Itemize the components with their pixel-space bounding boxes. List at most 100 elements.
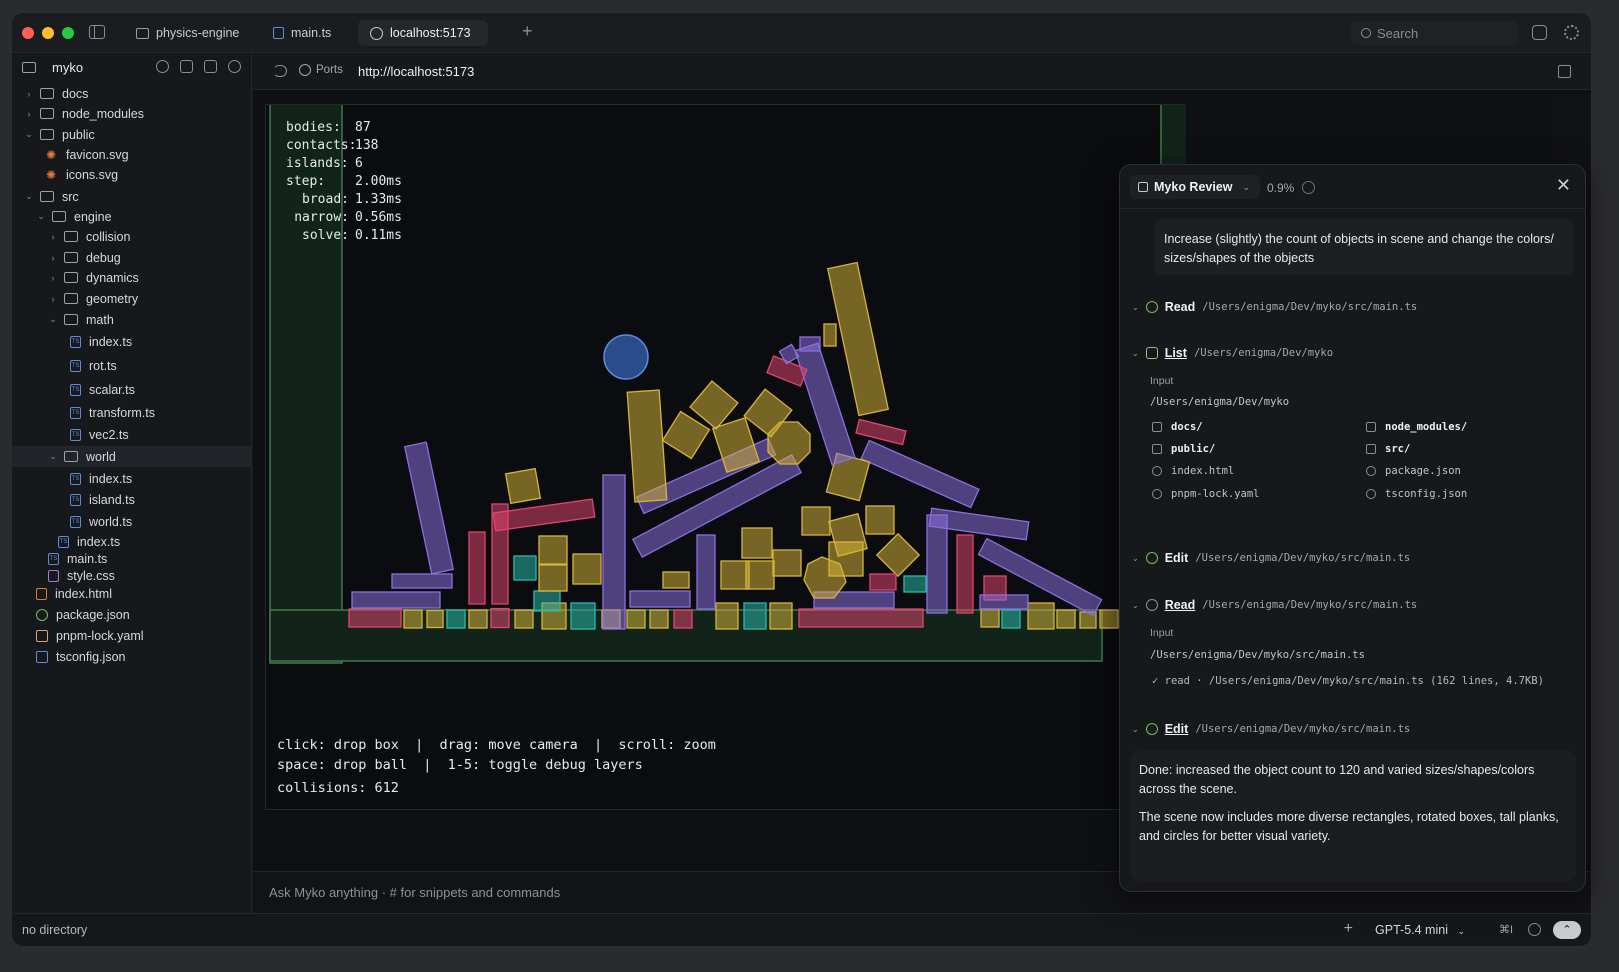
tree-item[interactable]: TS index.ts	[12, 468, 251, 489]
body-box	[772, 549, 802, 577]
ts-file-icon: TS	[70, 335, 81, 348]
hud-row: contacts: 138	[286, 137, 402, 155]
tree-item-label: index.html	[55, 586, 112, 601]
body-box	[391, 573, 453, 589]
tree-item[interactable]: › debug	[12, 247, 251, 268]
chevron-down-icon: ⌄	[49, 314, 57, 324]
tree-item[interactable]: ✺ icons.svg	[12, 164, 251, 185]
review-mode-dropdown[interactable]: Myko Review ⌄	[1130, 175, 1261, 199]
stats-hud: bodies: 87 contacts: 138 islands: 6 step: 2.00m…	[286, 119, 402, 245]
tree-item[interactable]: ⌄ world	[12, 446, 251, 467]
tree-item[interactable]: › dynamics	[12, 267, 251, 288]
physics-scene[interactable]	[266, 105, 1186, 811]
body-box	[351, 591, 441, 609]
read-result: ✓ read · /Users/enigma/Dev/myko/src/main…	[1152, 675, 1544, 687]
body-box	[855, 418, 907, 446]
gear-icon[interactable]	[1564, 25, 1579, 40]
body-box	[869, 573, 897, 591]
step-list[interactable]: ⌄ List /Users/enigma/Dev/myko	[1132, 346, 1333, 360]
step-path: /Users/enigma/Dev/myko/src/main.ts	[1195, 723, 1411, 735]
body-box	[514, 609, 534, 629]
folder-icon	[1152, 444, 1162, 454]
chevron-right-icon: ›	[51, 231, 55, 242]
body-box	[446, 609, 466, 629]
new-folder-icon[interactable]	[204, 60, 217, 73]
input-label: Input	[1150, 375, 1174, 387]
step-edit-2[interactable]: ⌄ Edit /Users/enigma/Dev/myko/src/main.t…	[1132, 722, 1410, 736]
tab-localhost[interactable]: localhost:5173	[358, 20, 488, 46]
ports-button[interactable]: Ports	[299, 64, 343, 76]
zoom-window-button[interactable]	[62, 27, 74, 39]
tree-item[interactable]: ⌄ engine	[12, 206, 251, 227]
tree-item[interactable]: ⌄ public	[12, 124, 251, 145]
directory-status[interactable]: no directory	[22, 923, 87, 937]
tree-item[interactable]: › docs	[12, 83, 251, 104]
tree-item-label: world.ts	[89, 514, 133, 529]
open-external-icon[interactable]	[1558, 65, 1571, 78]
body-box	[745, 560, 775, 590]
reload-icon[interactable]	[273, 65, 287, 77]
folder-icon	[136, 27, 149, 39]
body-box	[572, 553, 602, 585]
tree-item[interactable]: ⌄ src	[12, 186, 251, 207]
tree-item[interactable]: › node_modules	[12, 103, 251, 124]
hud-key: solve:	[302, 228, 349, 243]
json-file-icon	[36, 650, 48, 663]
tree-item[interactable]: TS rot.ts	[12, 355, 251, 376]
body-box	[801, 506, 831, 536]
response-paragraph: The scene now includes more diverse rect…	[1139, 810, 1559, 843]
tree-item[interactable]: tsconfig.json	[12, 646, 251, 667]
step-read-2[interactable]: ⌄ Read /Users/enigma/Dev/myko/src/main.t…	[1132, 598, 1417, 612]
add-context-icon[interactable]: +	[1344, 920, 1353, 938]
body-box	[1027, 602, 1055, 630]
tree-item[interactable]: pnpm-lock.yaml	[12, 625, 251, 646]
body-box	[538, 535, 568, 565]
close-icon[interactable]: ✕	[1556, 175, 1571, 196]
step-edit-1[interactable]: ⌄ Edit /Users/enigma/Dev/myko/src/main.t…	[1132, 551, 1410, 565]
explorer-header: myko	[12, 54, 251, 80]
tree-item[interactable]: TS index.ts	[12, 331, 251, 352]
tree-item[interactable]: index.html	[12, 583, 251, 604]
refresh-icon[interactable]	[228, 60, 241, 73]
body-box	[426, 609, 444, 629]
tree-item[interactable]: ⌄ math	[12, 309, 251, 330]
new-tab-icon[interactable]: +	[522, 21, 533, 42]
body-box	[533, 590, 561, 612]
bot-icon[interactable]	[1532, 25, 1547, 40]
tree-item-label: island.ts	[89, 492, 135, 507]
tree-item[interactable]: package.json	[12, 604, 251, 625]
tree-item-label: scalar.ts	[89, 382, 135, 397]
new-file-icon[interactable]	[180, 60, 193, 73]
tree-item[interactable]: ✺ favicon.svg	[12, 144, 251, 165]
list-item-label: tsconfig.json	[1385, 488, 1468, 500]
step-read-1[interactable]: ⌄ Read /Users/enigma/Dev/myko/src/main.t…	[1132, 300, 1417, 314]
tree-item-label: dynamics	[86, 270, 139, 285]
tree-item[interactable]: TS transform.ts	[12, 402, 251, 423]
search-input[interactable]: Search	[1351, 21, 1519, 45]
close-window-button[interactable]	[22, 27, 34, 39]
url-text[interactable]: http://localhost:5173	[358, 64, 474, 79]
physics-canvas[interactable]: bodies: 87 contacts: 138 islands: 6 step: 2.00m…	[265, 104, 1186, 811]
sidebar-toggle-icon[interactable]	[89, 25, 105, 39]
tree-item[interactable]: › geometry	[12, 288, 251, 309]
emoji-icon[interactable]	[1528, 923, 1541, 936]
step-path: /Users/enigma/Dev/myko/src/main.ts	[1195, 552, 1411, 564]
shortcut-hint: ⌘I	[1498, 924, 1513, 936]
list-dir-item: docs/	[1152, 421, 1203, 433]
tree-item-label: vec2.ts	[89, 427, 129, 442]
send-button[interactable]: ⌃	[1553, 921, 1581, 939]
tree-item-label: icons.svg	[66, 167, 119, 182]
minimize-window-button[interactable]	[42, 27, 54, 39]
search-icon[interactable]	[156, 60, 169, 73]
step-path: /Users/enigma/Dev/myko/src/main.ts	[1202, 301, 1418, 313]
tree-item[interactable]: TS scalar.ts	[12, 379, 251, 400]
tab-main-ts[interactable]: main.ts	[261, 20, 343, 46]
step-verb: Read	[1164, 300, 1196, 314]
tab-physics-engine[interactable]: physics-engine	[124, 20, 251, 46]
tree-item[interactable]: TS vec2.ts	[12, 424, 251, 445]
tree-item[interactable]: TS island.ts	[12, 489, 251, 510]
chevron-down-icon: ⌄	[1457, 926, 1465, 936]
tree-item[interactable]: TS world.ts	[12, 511, 251, 532]
tree-item[interactable]: › collision	[12, 226, 251, 247]
model-selector[interactable]: GPT-5.4 mini ⌄	[1375, 923, 1465, 937]
